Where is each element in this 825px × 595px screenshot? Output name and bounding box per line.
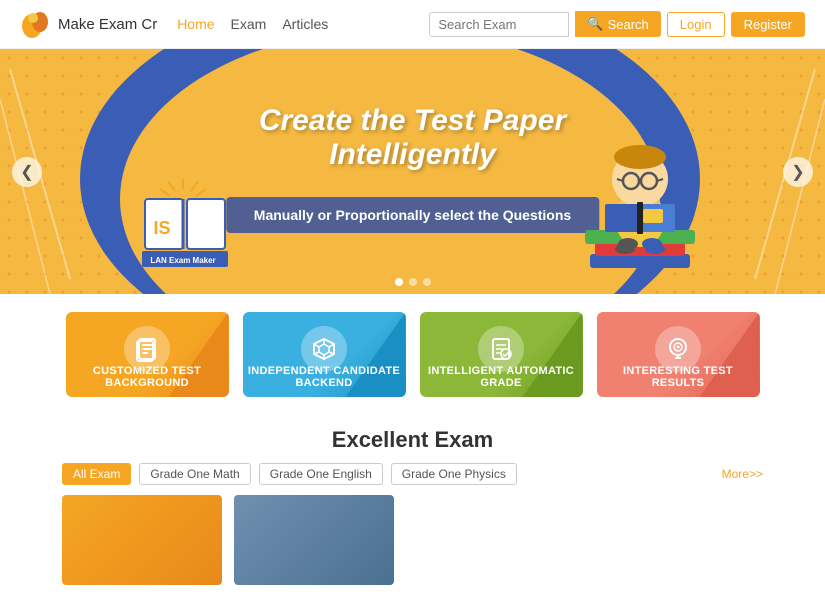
feature-card-2[interactable]: Independent Candidate Backend (243, 312, 406, 397)
nav-exam[interactable]: Exam (231, 16, 267, 32)
nav-links: Home Exam Articles (177, 16, 328, 32)
more-link[interactable]: More>> (722, 467, 763, 481)
feature-label-2: Independent Candidate Backend (243, 365, 406, 389)
exam-thumb-2[interactable] (234, 495, 394, 585)
search-area: 🔍 Search Login Register (429, 11, 805, 37)
feature-card-3[interactable]: Intelligent Automatic Grade (420, 312, 583, 397)
logo-area: Make Exam Cr (20, 8, 157, 40)
hero-dots-indicator (395, 278, 431, 286)
hero-next-button[interactable]: ❯ (783, 157, 813, 187)
dot-2[interactable] (409, 278, 417, 286)
hero-book-character: IS LAN Exam Maker (140, 159, 230, 274)
logo-icon (20, 8, 52, 40)
excellent-section: Excellent Exam All Exam Grade One Math G… (0, 415, 825, 595)
svg-text:IS: IS (153, 218, 170, 238)
tab-grade-one-math[interactable]: Grade One Math (139, 463, 250, 485)
tab-grade-one-english[interactable]: Grade One English (259, 463, 383, 485)
register-button[interactable]: Register (731, 12, 805, 37)
navbar: Make Exam Cr Home Exam Articles 🔍 Search… (0, 0, 825, 49)
dot-3[interactable] (423, 278, 431, 286)
feature-label-1: Customized Test Background (66, 365, 229, 389)
hero-title: Create the Test Paper Intelligently (259, 104, 566, 172)
tab-all-exam[interactable]: All Exam (62, 463, 131, 485)
exam-tabs: All Exam Grade One Math Grade One Englis… (62, 463, 763, 485)
dot-1[interactable] (395, 278, 403, 286)
search-icon: 🔍 (587, 16, 603, 32)
nav-articles[interactable]: Articles (282, 16, 328, 32)
svg-text:LAN Exam Maker: LAN Exam Maker (150, 256, 215, 265)
feature-label-4: Interesting Test Results (597, 365, 760, 389)
search-button[interactable]: 🔍 Search (575, 11, 660, 37)
excellent-title: Excellent Exam (62, 427, 763, 453)
login-button[interactable]: Login (667, 12, 725, 37)
hero-banner: Create the Test Paper Intelligently Manu… (0, 49, 825, 294)
hero-subtitle: Manually or Proportionally select the Qu… (226, 197, 599, 233)
logo-text: Make Exam Cr (58, 16, 157, 33)
feature-card-4[interactable]: Interesting Test Results (597, 312, 760, 397)
features-section: Customized Test Background Independent C… (0, 294, 825, 415)
feature-card-1[interactable]: Customized Test Background (66, 312, 229, 397)
tab-grade-one-physics[interactable]: Grade One Physics (391, 463, 517, 485)
exam-thumb-1[interactable] (62, 495, 222, 585)
hero-prev-button[interactable]: ❮ (12, 157, 42, 187)
nav-home[interactable]: Home (177, 16, 214, 32)
hero-kid-character (575, 89, 705, 294)
search-input[interactable] (429, 12, 569, 37)
exam-thumbnails (62, 495, 763, 585)
feature-label-3: Intelligent Automatic Grade (420, 365, 583, 389)
